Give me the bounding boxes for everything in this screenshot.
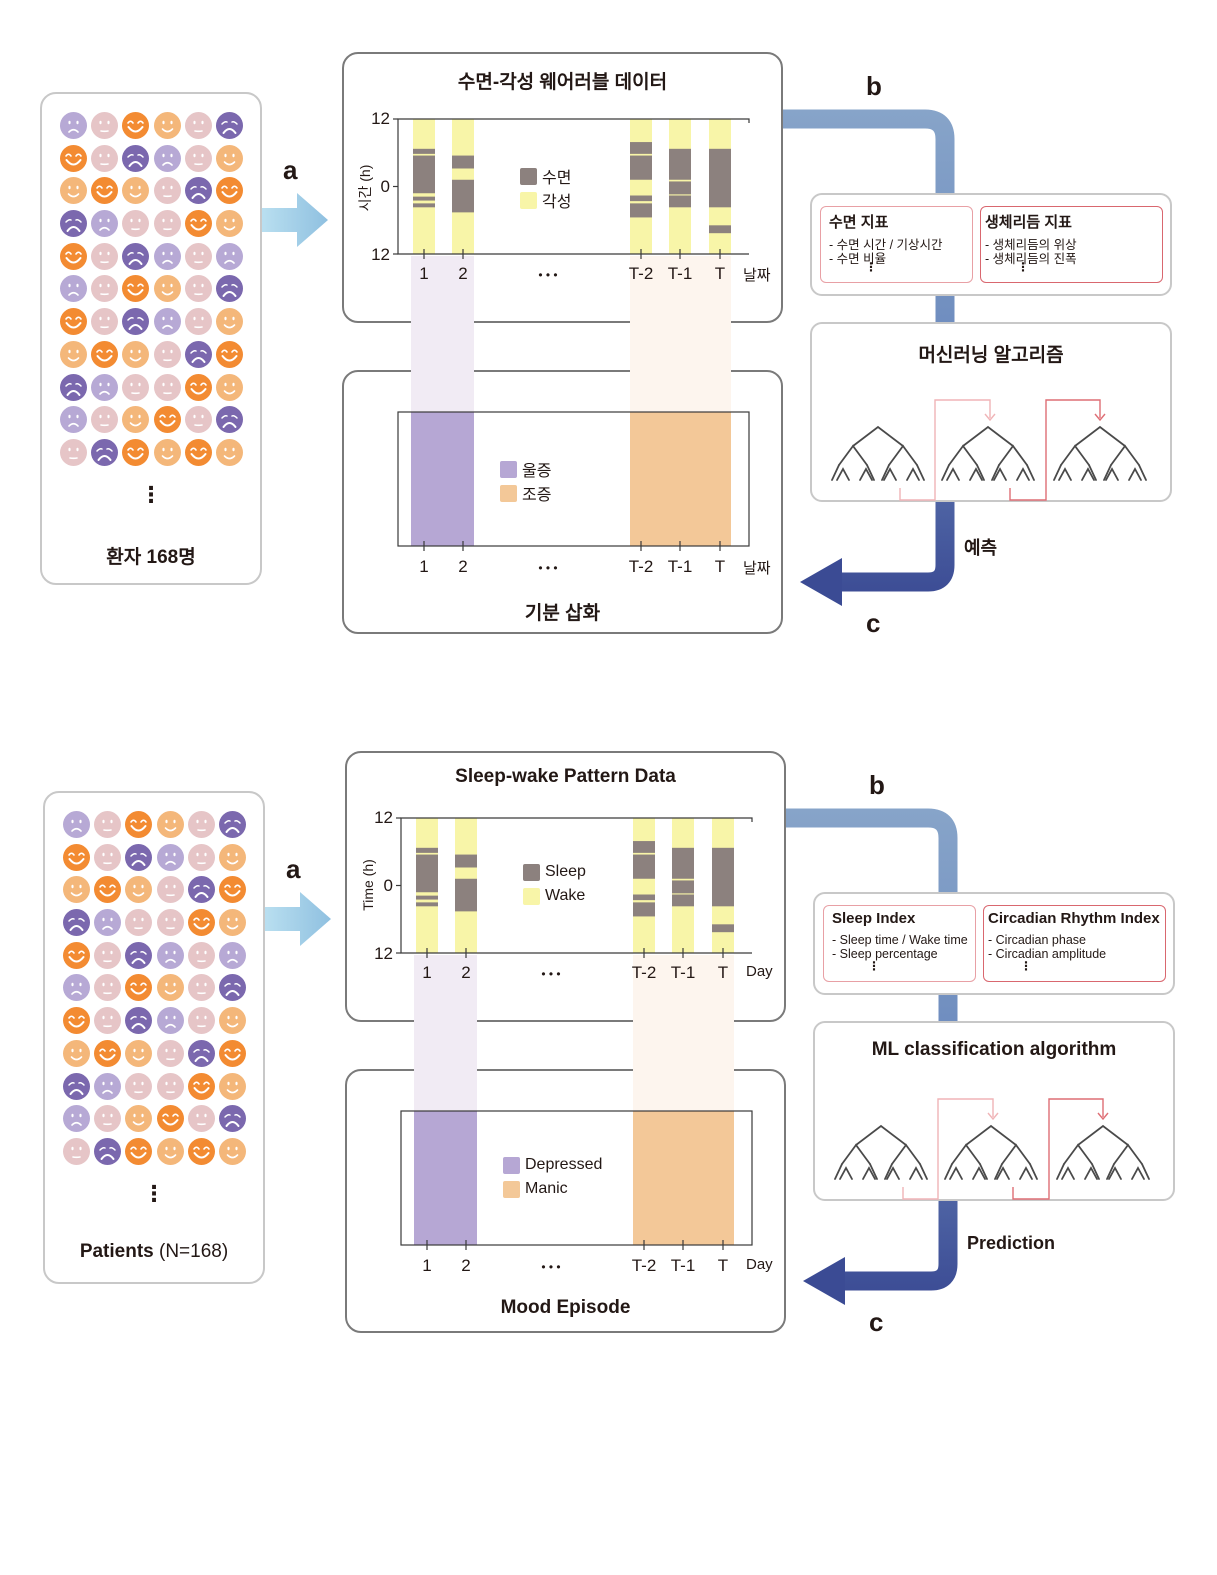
prediction-arrowhead [800,558,842,606]
boosted-trees-icon [834,1098,1150,1200]
ml-algorithm-box: ML classification algorithm [813,1021,1175,1201]
pipe-to-prediction [843,1201,958,1291]
features-box: 수면 지표 - 수면 시간 / 기상시간 - 수면 비율 ⋮ 생체리듬 지표 -… [810,193,1172,296]
sleep-index-card: Sleep Index - Sleep time / Wake time - S… [823,905,976,982]
prediction-label: 예측 [964,538,998,558]
decision-tree [1053,425,1147,481]
label-b: b [866,71,882,101]
boosting-connector-2 [1012,1098,1104,1200]
circadian-index-title: 생체리듬 지표 [985,214,1072,231]
sleep-index-title: 수면 지표 [829,214,889,231]
sleep-index-item: - 수면 비율 [829,252,887,266]
boosting-connector-2 [1009,399,1101,501]
sleep-index-more: ⋮ [868,959,880,973]
circadian-index-item: - Circadian phase [988,933,1086,947]
sleep-index-item: - Sleep percentage [832,947,938,961]
features-box: Sleep Index - Sleep time / Wake time - S… [813,892,1175,995]
sleep-index-card: 수면 지표 - 수면 시간 / 기상시간 - 수면 비율 ⋮ [820,206,973,283]
boosting-connector-1 [902,1098,994,1200]
circadian-index-more: ⋮ [1020,959,1032,973]
sleep-index-more: ⋮ [865,260,877,274]
sleep-index-item: - Sleep time / Wake time [832,933,968,947]
label-c: c [869,1307,884,1337]
prediction-label: Prediction [967,1233,1056,1253]
boosted-trees-icon [831,399,1147,501]
decision-tree [941,425,1035,481]
circadian-index-title: Circadian Rhythm Index [988,910,1160,927]
pipe-to-prediction [840,502,955,592]
circadian-index-item: - 생체리듬의 진폭 [985,252,1077,266]
circadian-index-item: - Circadian amplitude [988,947,1107,961]
figure-panel-en: ⋮ Patients (N=168) a Sleep-wake Pattern … [3,699,1217,1399]
ml-algorithm-box: 머신러닝 알고리즘 [810,322,1172,502]
circadian-index-card: 생체리듬 지표 - 생체리듬의 위상 - 생체리듬의 진폭 ⋮ [980,206,1163,283]
boosting-connector-1 [899,399,991,501]
label-c: c [866,608,881,638]
pipe-to-features [783,109,955,193]
circadian-index-card: Circadian Rhythm Index - Circadian phase… [983,905,1166,982]
label-b: b [869,770,885,800]
decision-tree [834,1124,928,1180]
sleep-index-title: Sleep Index [832,910,916,927]
decision-tree [831,425,925,481]
decision-tree [1056,1124,1150,1180]
pipe-to-features [786,808,958,892]
figure-panel-ko: ⋮ 환자 168명 a 수면-각성 웨어러블 데이터 기분 삽화 시간 (h) … [0,0,1217,700]
circadian-index-more: ⋮ [1017,260,1029,274]
prediction-arrowhead [803,1257,845,1305]
decision-tree [944,1124,1038,1180]
